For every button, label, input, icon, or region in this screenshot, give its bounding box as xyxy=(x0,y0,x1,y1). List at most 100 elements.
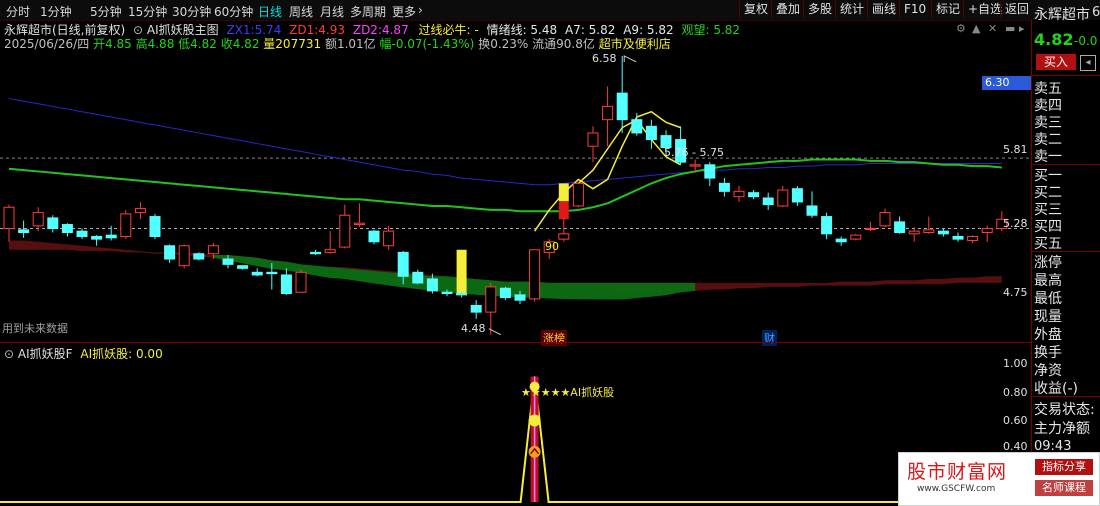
candle-body-10 xyxy=(149,216,161,237)
candle-body-21 xyxy=(310,251,322,255)
candle-body-3 xyxy=(47,217,59,230)
back-button[interactable]: 返回 xyxy=(1000,1,1033,18)
stats-button[interactable]: 统计 xyxy=(835,1,868,18)
stat-high: 最高 xyxy=(1034,273,1062,289)
mark-button[interactable]: 标记 xyxy=(931,1,964,18)
finance-event-badge[interactable]: 财 xyxy=(762,330,777,346)
signal-bar-1-top xyxy=(558,183,569,202)
candle-body-43 xyxy=(631,119,643,134)
sub-y-tick-1-00: 1.00 xyxy=(1003,357,1028,370)
candle-body-62 xyxy=(908,230,920,235)
candle-body-34 xyxy=(499,287,511,299)
panel-toggle-icon[interactable]: ◂ xyxy=(1080,55,1096,71)
tab-60min[interactable]: 60分钟 xyxy=(214,3,253,20)
tab-more[interactable]: 更多 xyxy=(392,3,416,20)
signal-bar-1-bottom xyxy=(558,201,569,220)
signal-90-label: 90 xyxy=(545,240,559,253)
candle-body-15 xyxy=(222,258,234,265)
candle-body-24 xyxy=(353,222,365,226)
multi-stock-button[interactable]: 多股 xyxy=(803,1,836,18)
f10-button[interactable]: F10 xyxy=(899,1,930,18)
bid-level-5: 买五 xyxy=(1034,236,1062,252)
collapse-icon[interactable]: ▲ xyxy=(972,22,980,35)
main-net-amount: 主力净额 xyxy=(1034,421,1090,437)
expand-icon[interactable]: ▸ xyxy=(1019,22,1025,35)
more-arrow-icon[interactable]: › xyxy=(418,3,423,17)
tab-fenshi[interactable]: 分时 xyxy=(6,3,30,20)
candle-body-18 xyxy=(266,271,278,275)
top-toolbar: 分时 1分钟 5分钟 15分钟 30分钟 60分钟 日线 周线 月线 多周期 更… xyxy=(0,0,1100,21)
stat-earnings: 收益(-) xyxy=(1034,381,1078,397)
side-price: 4.82 xyxy=(1034,30,1074,49)
candle-body-52 xyxy=(762,197,774,206)
zhangbang-event-badge[interactable]: 涨榜 xyxy=(541,330,567,346)
panel-divider[interactable] xyxy=(0,342,1031,343)
tab-multi-period[interactable]: 多周期 xyxy=(350,3,386,20)
candle-body-44 xyxy=(645,125,657,141)
tab-1min[interactable]: 1分钟 xyxy=(40,3,72,20)
watermark-title: 股市财富网 xyxy=(907,461,1008,483)
gw-value: 观望: 5.82 xyxy=(681,23,741,37)
candle-body-19 xyxy=(280,274,292,295)
minimize-icon[interactable]: ▬ xyxy=(1005,22,1015,35)
candle-body-58 xyxy=(850,234,862,240)
candle-body-55 xyxy=(806,205,818,216)
current-price-label: 6.30 xyxy=(982,76,1031,90)
candle-body-35 xyxy=(514,294,526,301)
min-price-label: 4.48 xyxy=(461,322,486,335)
future-data-note: 用到未来数据 xyxy=(2,322,68,335)
sub-y-tick-0-80: 0.80 xyxy=(1003,386,1028,399)
draw-line-button[interactable]: 画线 xyxy=(867,1,900,18)
ma-green-line xyxy=(8,158,1002,213)
watermark-tag-indicator: 指标分享 xyxy=(1035,459,1093,475)
buy-button[interactable]: 买入 xyxy=(1036,54,1076,70)
candle-body-5 xyxy=(76,230,88,237)
range-label: 5.76 - 5.75 xyxy=(664,146,724,159)
candle-body-51 xyxy=(748,192,760,198)
candle-body-12 xyxy=(178,245,190,267)
sub-indicator-chart[interactable] xyxy=(0,358,1031,506)
tab-monthly[interactable]: 月线 xyxy=(320,3,344,20)
candle-body-66 xyxy=(967,235,979,241)
candle-body-49 xyxy=(718,182,730,192)
candle-body-60 xyxy=(879,212,891,227)
tab-daily[interactable]: 日线 xyxy=(258,3,282,20)
candle-body-63 xyxy=(923,229,935,233)
tab-15min[interactable]: 15分钟 xyxy=(128,3,167,20)
candle-body-33 xyxy=(485,286,497,313)
candle-body-23 xyxy=(339,214,351,248)
candle-body-30 xyxy=(441,291,453,295)
close-icon[interactable]: ✕ xyxy=(988,22,997,35)
candle-body-57 xyxy=(835,238,847,243)
sub-y-tick-0-60: 0.60 xyxy=(1003,414,1028,427)
y-tick-5-81: 5.81 xyxy=(1003,143,1028,156)
candle-body-32 xyxy=(470,304,482,313)
tab-30min[interactable]: 30分钟 xyxy=(172,3,211,20)
stat-last-volume: 现量 xyxy=(1034,309,1062,325)
settings-icon[interactable]: ⚙ xyxy=(956,22,966,35)
candle-body-50 xyxy=(733,190,745,198)
main-candlestick-chart[interactable] xyxy=(0,48,1031,340)
trade-status: 交易状态: xyxy=(1034,402,1095,418)
overlay-button[interactable]: 叠加 xyxy=(771,1,804,18)
candle-body-14 xyxy=(207,245,219,255)
stat-net-assets: 净资 xyxy=(1034,363,1062,379)
adjust-button[interactable]: 复权 xyxy=(739,1,772,18)
candle-body-2 xyxy=(32,212,44,227)
candle-body-13 xyxy=(193,253,205,260)
tab-5min[interactable]: 5分钟 xyxy=(90,3,122,20)
candle-body-6 xyxy=(91,235,103,240)
candle-body-40 xyxy=(587,132,599,147)
candle-body-11 xyxy=(164,245,176,260)
y-tick-5-28: 5.28 xyxy=(1003,217,1028,230)
stat-outer-volume: 外盘 xyxy=(1034,327,1062,343)
side-stock-code: 6 xyxy=(1092,5,1100,20)
candle-body-59 xyxy=(864,228,876,231)
candle-body-0 xyxy=(3,206,15,230)
candle-body-7 xyxy=(105,234,117,239)
candle-body-26 xyxy=(383,230,395,247)
signal-bar-0 xyxy=(456,249,467,295)
tab-weekly[interactable]: 周线 xyxy=(289,3,313,20)
ask-level-1: 卖一 xyxy=(1034,149,1062,165)
candle-body-61 xyxy=(894,221,906,233)
